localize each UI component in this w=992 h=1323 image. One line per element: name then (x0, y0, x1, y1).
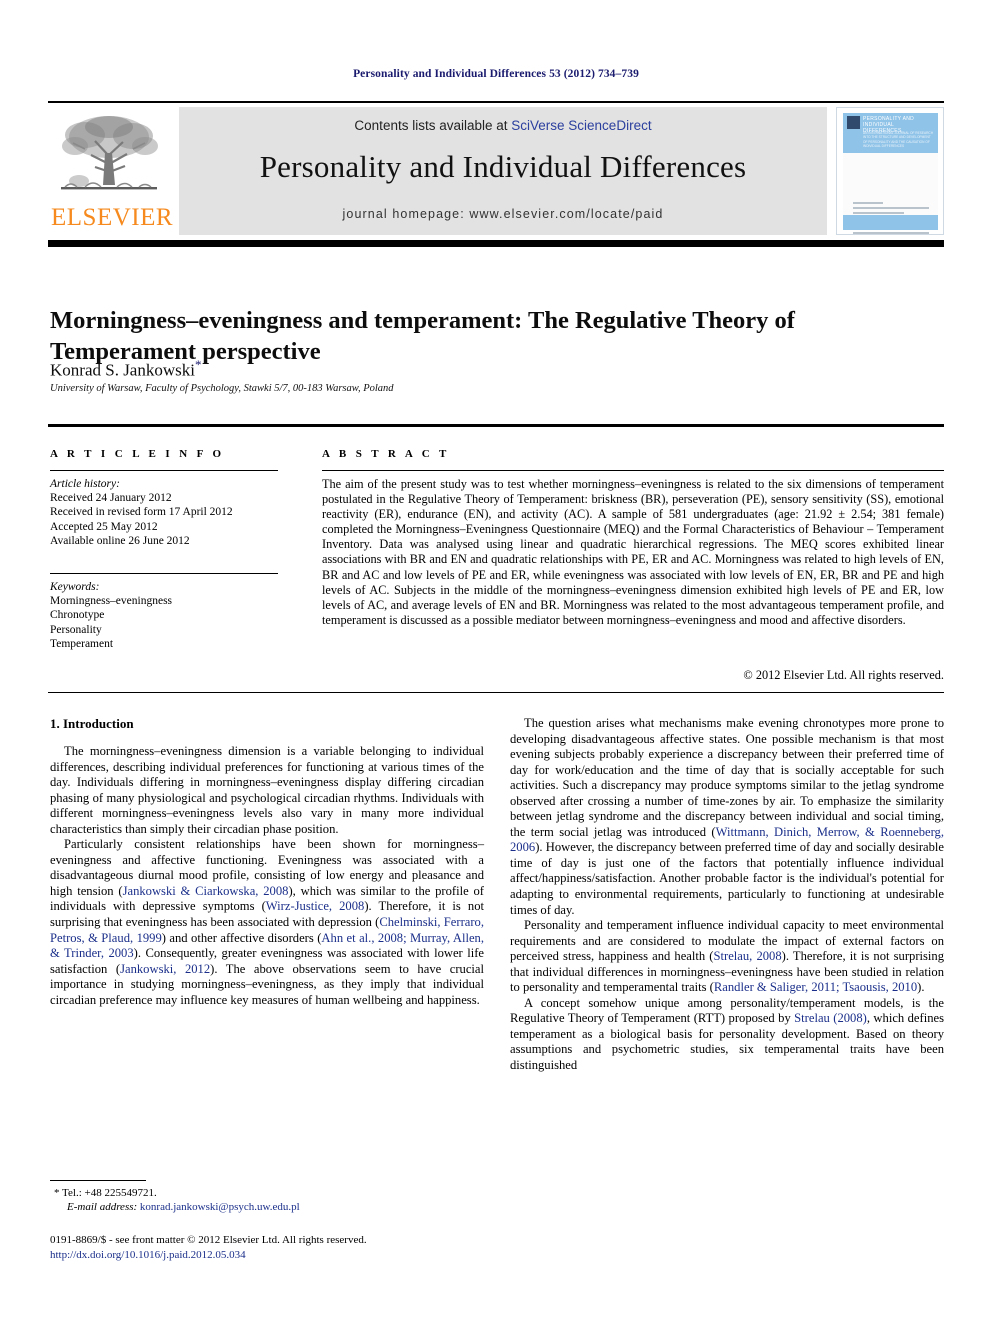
footnote-tel: * Tel.: +48 225549721. (54, 1187, 157, 1199)
article-history-label: Article history: (50, 478, 120, 490)
keywords-divider (50, 573, 278, 574)
abstract-heading: A B S T R A C T (322, 448, 450, 460)
contents-available-line: Contents lists available at SciVerse Sci… (179, 118, 827, 133)
masthead-bottom-rule (48, 240, 944, 247)
keywords-block: Keywords: Morningness–eveningness Chrono… (50, 580, 290, 651)
cover-subtitle: AN INTERNATIONAL JOURNAL OF RESEARCH INT… (863, 131, 934, 149)
paragraph: Particularly consistent relationships ha… (50, 837, 484, 1007)
journal-homepage-link[interactable]: journal homepage: www.elsevier.com/locat… (179, 207, 827, 221)
email-link[interactable]: konrad.jankowski@psych.uw.edu.pl (140, 1201, 300, 1213)
doi-link[interactable]: http://dx.doi.org/10.1016/j.paid.2012.05… (50, 1248, 520, 1263)
footnote-email-line: E-mail address: konrad.jankowski@psych.u… (54, 1200, 484, 1214)
inline-citation[interactable]: Jankowski, 2012 (120, 962, 210, 976)
abstract-copyright: © 2012 Elsevier Ltd. All rights reserved… (743, 668, 944, 682)
inline-citation[interactable]: Wittmann, Dinich, Merrow, & Roenneberg, … (510, 825, 944, 855)
keyword-item: Temperament (50, 637, 114, 650)
keyword-item: Personality (50, 623, 102, 636)
paragraph: The question arises what mechanisms make… (510, 716, 944, 917)
article-info-underline (50, 470, 278, 471)
inline-citation[interactable]: Wirz-Justice, 2008 (266, 899, 365, 913)
elsevier-wordmark: ELSEVIER (51, 204, 174, 231)
body-column-right: The question arises what mechanisms make… (510, 716, 944, 1074)
article-page: Personality and Individual Differences 5… (0, 0, 992, 1323)
section-title-introduction: 1. Introduction (50, 716, 134, 731)
masthead-gray-panel: Contents lists available at SciVerse Sci… (179, 107, 827, 235)
history-item: Accepted 25 May 2012 (50, 520, 158, 533)
history-item: Available online 26 June 2012 (50, 534, 190, 547)
abstract-text: The aim of the present study was to test… (322, 477, 944, 627)
journal-masthead: ELSEVIER Contents lists available at Sci… (48, 107, 944, 235)
inline-citation[interactable]: Strelau (2008) (794, 1011, 867, 1025)
keywords-label: Keywords: (50, 581, 100, 593)
issn-front-matter: 0191-8869/$ - see front matter © 2012 El… (50, 1234, 367, 1246)
article-history-block: Article history: Received 24 January 201… (50, 477, 290, 548)
article-info-heading: A R T I C L E I N F O (50, 448, 225, 460)
contents-prefix: Contents lists available at (354, 118, 512, 133)
footnote-divider (50, 1180, 146, 1181)
cover-footer-band (843, 215, 938, 230)
journal-cover-thumbnail: PERSONALITY AND INDIVIDUAL DIFFERENCES A… (836, 107, 944, 235)
paragraph: Personality and temperament influence in… (510, 918, 944, 995)
imprint-block: 0191-8869/$ - see front matter © 2012 El… (50, 1233, 520, 1262)
footnote-block: * Tel.: +48 225549721. E-mail address: k… (54, 1186, 484, 1214)
sciencedirect-link[interactable]: SciVerse ScienceDirect (511, 118, 651, 133)
inline-citation[interactable]: Jankowski & Ciarkowska, 2008 (123, 884, 289, 898)
keyword-item: Morningness–eveningness (50, 595, 173, 608)
author-affiliation: University of Warsaw, Faculty of Psychol… (50, 383, 394, 394)
body-column-left: The morningness–eveningness dimension is… (50, 744, 484, 1008)
masthead-top-rule (48, 101, 944, 103)
elsevier-tree-icon (61, 116, 158, 190)
elsevier-logo: ELSEVIER (48, 107, 174, 235)
history-item: Received 24 January 2012 (50, 492, 172, 505)
email-label: E-mail address: (67, 1201, 138, 1213)
paragraph: A concept somehow unique among personali… (510, 995, 945, 1073)
author-label: Konrad S. Jankowski (50, 360, 195, 380)
abstract-bottom-rule (48, 692, 944, 693)
running-head: Personality and Individual Differences 5… (353, 68, 639, 80)
journal-title: Personality and Individual Differences (259, 149, 747, 184)
history-item: Received in revised form 17 April 2012 (50, 506, 233, 519)
author-name: Konrad S. Jankowski* (50, 357, 201, 381)
paragraph: The morningness–eveningness dimension is… (50, 744, 484, 836)
inline-citation[interactable]: Strelau, 2008 (714, 949, 782, 963)
cover-contents-area (843, 153, 938, 234)
info-section-top-rule (48, 424, 944, 427)
abstract-underline (322, 470, 944, 471)
keyword-item: Chronotype (50, 609, 105, 622)
inline-citation[interactable]: Randler & Saliger, 2011; Tsaousis, 2010 (714, 980, 917, 994)
corresponding-author-marker: * (194, 357, 202, 372)
cover-logo-square-icon (847, 116, 860, 129)
